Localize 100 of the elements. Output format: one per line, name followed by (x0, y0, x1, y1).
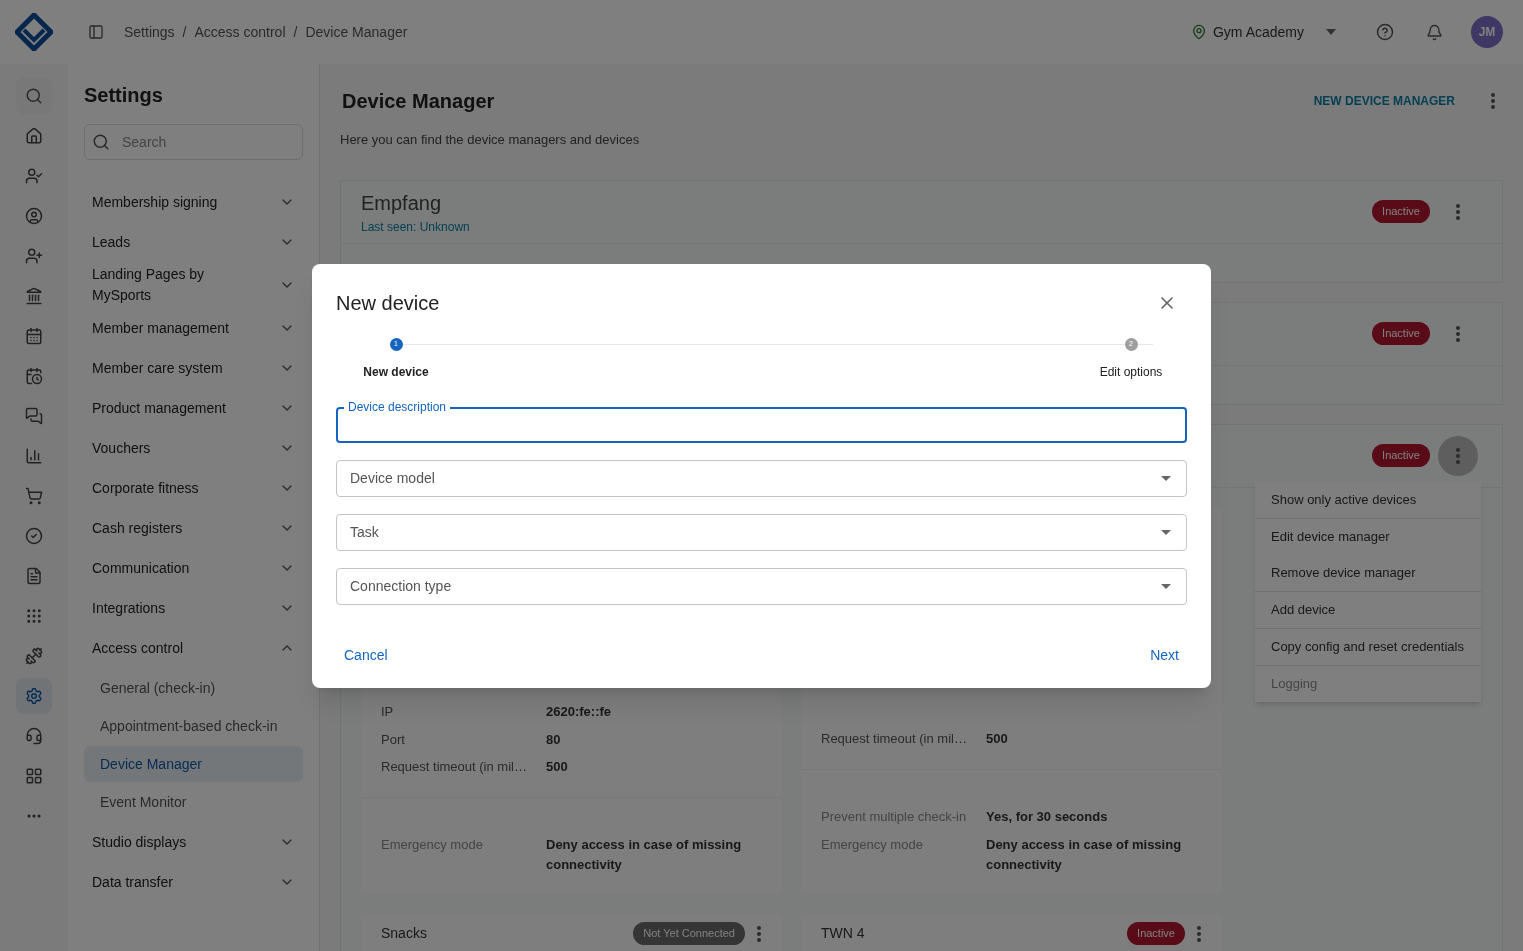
field-label: Request timeout (in mil… (381, 758, 528, 776)
apps-icon (25, 767, 43, 785)
dots-grid-icon (25, 607, 43, 625)
sidebar-subitem[interactable]: Event Monitor (84, 784, 303, 820)
search-icon (25, 87, 43, 105)
more-button[interactable] (1438, 435, 1478, 476)
field-label: Emergency mode (381, 835, 484, 854)
menu-item[interactable]: Add device (1255, 591, 1481, 628)
caret-icon (1161, 476, 1171, 481)
location-selector[interactable]: Gym Academy (1190, 21, 1336, 43)
sidebar-item[interactable]: Landing Pages by MySports (84, 262, 303, 308)
last-seen-text: Last seen: Unknown (361, 218, 470, 236)
select-field[interactable]: Task (336, 514, 1187, 551)
more-vertical-icon (1456, 203, 1460, 220)
breadcrumb-separator: / (182, 22, 187, 42)
sidebar-item[interactable]: Membership signing (84, 182, 303, 222)
more-vertical-icon[interactable] (1197, 925, 1201, 942)
more-vertical-icon (1456, 447, 1460, 464)
settings-icon (25, 687, 43, 705)
bar-chart-icon (25, 447, 43, 465)
more-vertical-icon[interactable] (1491, 93, 1495, 109)
status-badge: Inactive (1372, 322, 1430, 345)
menu-item[interactable]: Edit device manager (1255, 518, 1481, 555)
field-value: 500 (986, 730, 1008, 748)
caret-icon (1161, 530, 1171, 535)
headset-icon (25, 727, 43, 745)
dumbbell-icon (25, 647, 43, 665)
field-label: Prevent multiple check-in (821, 807, 968, 826)
breadcrumb-link[interactable]: Access control (194, 21, 286, 43)
search-icon (92, 133, 110, 151)
field-value: Deny access in case of missing connectivity (986, 835, 1183, 874)
sidebar-title: Settings (84, 83, 164, 108)
new-device-manager-button[interactable]: NEW DEVICE MANAGER (1313, 92, 1455, 110)
document-icon (25, 567, 43, 585)
field-label: IP (381, 703, 395, 721)
menu-item[interactable]: Remove device manager (1255, 554, 1481, 591)
menu-item[interactable]: Copy config and reset credentials (1255, 628, 1481, 665)
sidebar-item[interactable]: Communication (84, 548, 303, 588)
calendar-icon (25, 327, 43, 345)
sidebar-item[interactable]: Corporate fitness (84, 468, 303, 508)
status-badge: Inactive (1372, 444, 1430, 467)
cancel-button[interactable]: Cancel (344, 645, 388, 666)
page-subtitle: Here you can find the device managers and devices (340, 131, 641, 149)
sidebar-item[interactable]: Studio displays (84, 822, 303, 862)
location-pin-icon (1190, 24, 1207, 40)
sidebar-item[interactable]: Integrations (84, 588, 303, 628)
breadcrumb-link[interactable]: Device Manager (305, 21, 408, 43)
status-badge: Inactive (1127, 922, 1185, 945)
chat-icon (25, 407, 43, 425)
calendar-clock-icon (25, 367, 43, 385)
panel-toggle-icon[interactable] (88, 24, 104, 40)
bank-icon (25, 287, 43, 305)
step-label: New device (363, 364, 429, 381)
field-value: 2620:fe::fe (546, 703, 612, 721)
dialog-title: New device (336, 291, 440, 316)
user-avatar[interactable]: JM (1471, 16, 1503, 48)
page-title: Device Manager (342, 89, 495, 114)
status-badge: Not Yet Connected (633, 922, 745, 945)
sidebar-subitem[interactable]: General (check-in) (84, 670, 303, 706)
more-vertical-icon[interactable] (757, 925, 761, 942)
more-vertical-icon (1456, 325, 1460, 342)
breadcrumb-separator: / (293, 22, 298, 42)
user-circle-icon (25, 207, 43, 225)
sidebar-item[interactable]: Access control (84, 628, 303, 668)
field-label: Request timeout (in mil… (821, 730, 968, 748)
device-name: TWN 4 (821, 924, 865, 943)
field-label: Port (381, 730, 406, 749)
field-label: Emergency mode (821, 835, 924, 854)
step-label: Edit options (1099, 364, 1163, 381)
sidebar-item[interactable]: Member care system (84, 348, 303, 388)
caret-icon (1326, 29, 1336, 35)
caret-icon (1161, 584, 1171, 589)
user-plus-icon (25, 247, 43, 265)
select-field[interactable]: Connection type (336, 568, 1187, 605)
field-value: Yes, for 30 seconds (986, 807, 1109, 826)
breadcrumb-link[interactable]: Settings (124, 21, 175, 43)
help-icon[interactable] (1376, 23, 1394, 41)
menu-item[interactable]: Show only active devices (1255, 481, 1481, 518)
sidebar-item[interactable]: Member management (84, 308, 303, 348)
sidebar-item[interactable]: Data transfer (84, 862, 303, 902)
next-button[interactable]: Next (1150, 645, 1179, 666)
sidebar-item[interactable]: Vouchers (84, 428, 303, 468)
cart-icon (25, 487, 43, 505)
search-field[interactable]: Search (84, 124, 303, 160)
sidebar-subitem[interactable]: Device Manager (84, 746, 303, 782)
select-field[interactable]: Device model (336, 460, 1187, 497)
more-icon (27, 814, 41, 818)
sidebar-item[interactable]: Cash registers (84, 508, 303, 548)
notification-bell-icon[interactable] (1426, 23, 1443, 41)
field-value: 500 (546, 758, 568, 776)
field-value: Deny access in case of missing connectivity (546, 835, 743, 874)
device-manager-name: Empfang (361, 190, 443, 216)
check-circle-icon (25, 527, 43, 545)
nav-rail-button[interactable] (16, 678, 52, 714)
logo-icon (15, 13, 53, 51)
sidebar-subitem[interactable]: Appointment-based check-in (84, 708, 303, 744)
device-name: Snacks (381, 924, 427, 943)
sidebar-item[interactable]: Leads (84, 222, 303, 262)
sidebar-item[interactable]: Product management (84, 388, 303, 428)
status-badge: Inactive (1372, 200, 1430, 223)
